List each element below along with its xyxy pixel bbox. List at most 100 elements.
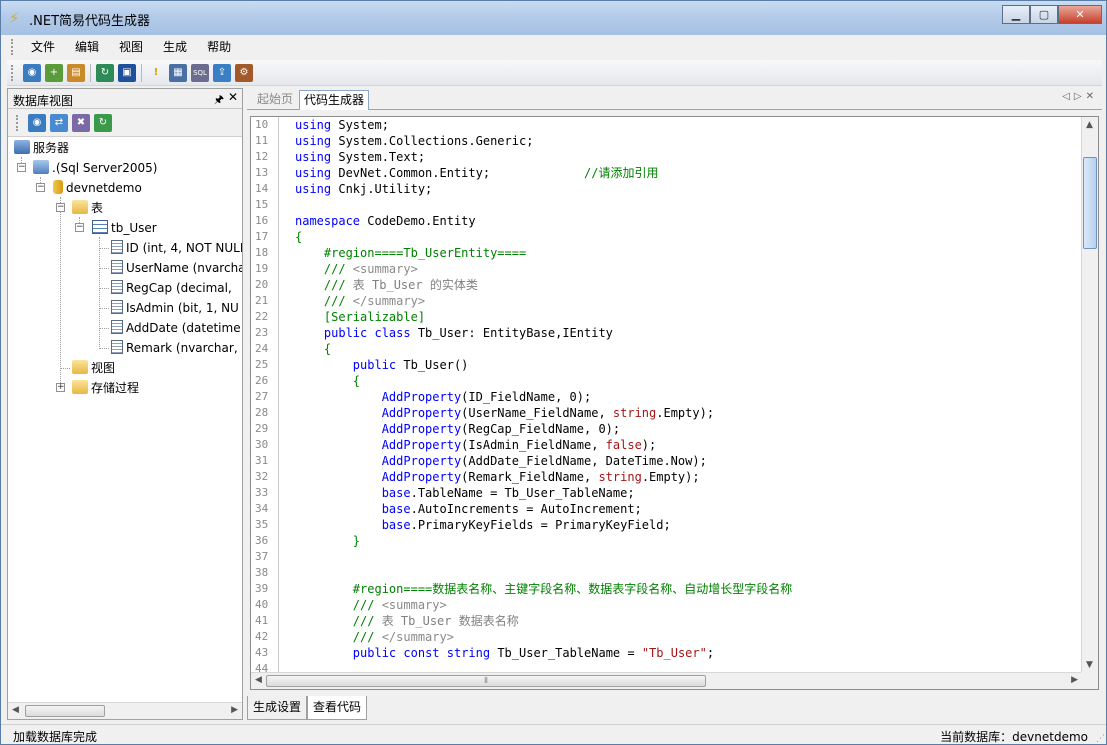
tree-node-column[interactable]: AddDate (datetime <box>111 319 241 337</box>
title-bar[interactable]: ⚡ .NET简易代码生成器 ▁ ▢ ✕ <box>1 1 1106 35</box>
pin-icon[interactable]: 🖈 <box>214 91 224 110</box>
code-line: AddProperty(ID_FieldName, 0); <box>295 390 592 404</box>
expand-icon[interactable]: + <box>56 383 65 392</box>
scroll-up-icon[interactable]: ▲ <box>1086 120 1093 130</box>
tree-node-table[interactable]: tb_User <box>92 219 157 237</box>
panel-horizontal-scrollbar[interactable]: ◀ ▶ <box>8 702 242 719</box>
scroll-thumb[interactable] <box>25 705 105 717</box>
tree-node-column[interactable]: IsAdmin (bit, 1, NU <box>111 299 239 317</box>
server-icon <box>33 160 49 174</box>
scroll-right-icon[interactable]: ▶ <box>1071 675 1078 685</box>
tab-view-code[interactable]: 查看代码 <box>307 696 368 720</box>
line-number: 29 <box>255 422 269 435</box>
editor-vertical-scrollbar[interactable]: ▲ ▼ <box>1081 117 1098 673</box>
code-line: /// </summary> <box>295 630 454 644</box>
code-line: using Cnkj.Utility; <box>295 182 433 196</box>
scroll-left-icon[interactable]: ◀ <box>12 705 19 715</box>
line-number: 24 <box>255 342 269 355</box>
line-number: 37 <box>255 550 269 563</box>
menu-help[interactable]: 帮助 <box>197 36 241 58</box>
scroll-down-icon[interactable]: ▼ <box>1086 660 1093 670</box>
collapse-icon[interactable]: − <box>75 223 84 232</box>
tree-node-column[interactable]: ID (int, 4, NOT NULL) <box>111 239 242 257</box>
code-line: #region====数据表名称、主键字段名称、数据表字段名称、自动增长型字段名… <box>295 582 793 596</box>
tree-line <box>60 368 70 369</box>
menu-file[interactable]: 文件 <box>21 36 65 58</box>
tree-node-column[interactable]: RegCap (decimal, <box>111 279 232 297</box>
code-line: using System; <box>295 118 389 132</box>
panel-close-icon[interactable]: ✕ <box>228 90 238 104</box>
tree-node-column[interactable]: UserName (nvarchar <box>111 259 242 277</box>
tree-node-servers[interactable]: 服务器 <box>14 139 69 157</box>
disconnect-icon[interactable]: ✖ <box>72 113 90 132</box>
code-line: { <box>295 230 303 244</box>
tree-node-views[interactable]: 视图 <box>72 359 115 377</box>
scroll-left-icon[interactable]: ◀ <box>255 675 262 685</box>
line-number: 27 <box>255 390 269 403</box>
collapse-icon[interactable]: − <box>17 163 26 172</box>
database-icon <box>53 180 63 194</box>
column-icon <box>111 300 123 314</box>
connect-db-icon[interactable]: ◉ <box>23 63 41 82</box>
info-icon[interactable]: ! <box>147 64 165 82</box>
menu-view[interactable]: 视图 <box>109 36 153 58</box>
folder-icon <box>72 380 88 394</box>
sql-icon[interactable]: SQL <box>191 63 209 82</box>
refresh-icon[interactable]: ↻ <box>96 63 114 82</box>
tree-line <box>99 237 100 349</box>
code-line: namespace CodeDemo.Entity <box>295 214 476 228</box>
build-icon[interactable]: ⚙ <box>235 63 253 82</box>
line-number: 30 <box>255 438 269 451</box>
refresh-tree-icon[interactable]: ↻ <box>94 113 112 132</box>
code-line: AddProperty(RegCap_FieldName, 0); <box>295 422 621 436</box>
table-icon[interactable]: ▦ <box>169 63 187 82</box>
tree-node-procedures[interactable]: 存储过程 <box>72 379 139 397</box>
tree-node-column[interactable]: Remark (nvarchar, <box>111 339 238 357</box>
code-line: /// 表 Tb_User 数据表名称 <box>295 614 519 628</box>
code-line: base.AutoIncrements = AutoIncrement; <box>295 502 642 516</box>
panel-toolbar: ◉ ⇄ ✖ ↻ <box>8 109 242 137</box>
collapse-icon[interactable]: − <box>36 183 45 192</box>
tab-start-page[interactable]: 起始页 <box>253 90 297 110</box>
tab-navigation-icons[interactable]: ◁▷✕ <box>1062 91 1098 102</box>
new-icon[interactable]: + <box>45 63 63 82</box>
connect-icon[interactable]: ⇄ <box>50 113 68 132</box>
code-editor[interactable]: 10 11 12 13 14 15 16 17 18 19 20 21 22 2… <box>250 116 1099 690</box>
scroll-thumb[interactable]: ⦀ <box>266 675 706 687</box>
close-icon[interactable]: ✕ <box>1058 5 1102 24</box>
code-content[interactable]: using System; using System.Collections.G… <box>295 117 1075 673</box>
column-icon <box>111 260 123 274</box>
line-number: 20 <box>255 278 269 291</box>
save-icon[interactable]: ▣ <box>118 63 136 82</box>
window-title: .NET简易代码生成器 <box>29 14 151 29</box>
export-icon[interactable]: ⇪ <box>213 63 231 82</box>
panel-toolbar-grip <box>16 114 20 131</box>
tree-node-tables[interactable]: 表 <box>72 199 103 217</box>
menu-build[interactable]: 生成 <box>153 36 197 58</box>
add-server-icon[interactable]: ◉ <box>28 113 46 132</box>
lightning-app-icon: ⚡ <box>9 9 20 27</box>
tree-line <box>60 197 61 389</box>
menu-edit[interactable]: 编辑 <box>65 36 109 58</box>
tree-node-database[interactable]: devnetdemo <box>53 179 142 197</box>
scroll-right-icon[interactable]: ▶ <box>231 705 238 715</box>
resize-grip-icon[interactable]: ⋰ <box>1096 734 1105 744</box>
current-database-status: 当前数据库：devnetdemo <box>940 730 1088 744</box>
editor-horizontal-scrollbar[interactable]: ◀ ⦀ ▶ <box>251 672 1082 689</box>
line-number: 40 <box>255 598 269 611</box>
maximize-icon[interactable]: ▢ <box>1030 5 1058 24</box>
line-number: 15 <box>255 198 269 211</box>
open-icon[interactable]: ▤ <box>67 63 85 82</box>
collapse-icon[interactable]: − <box>56 203 65 212</box>
scroll-thumb[interactable] <box>1083 157 1097 249</box>
tab-code-generator[interactable]: 代码生成器 <box>299 90 370 110</box>
status-message: 加载数据库完成 <box>13 730 98 744</box>
tab-generate-settings[interactable]: 生成设置 <box>247 696 308 720</box>
code-line: } <box>295 534 361 548</box>
line-number: 16 <box>255 214 269 227</box>
minimize-icon[interactable]: ▁ <box>1002 5 1030 24</box>
line-number: 23 <box>255 326 269 339</box>
tree-node-server[interactable]: .(Sql Server2005) <box>33 159 157 177</box>
